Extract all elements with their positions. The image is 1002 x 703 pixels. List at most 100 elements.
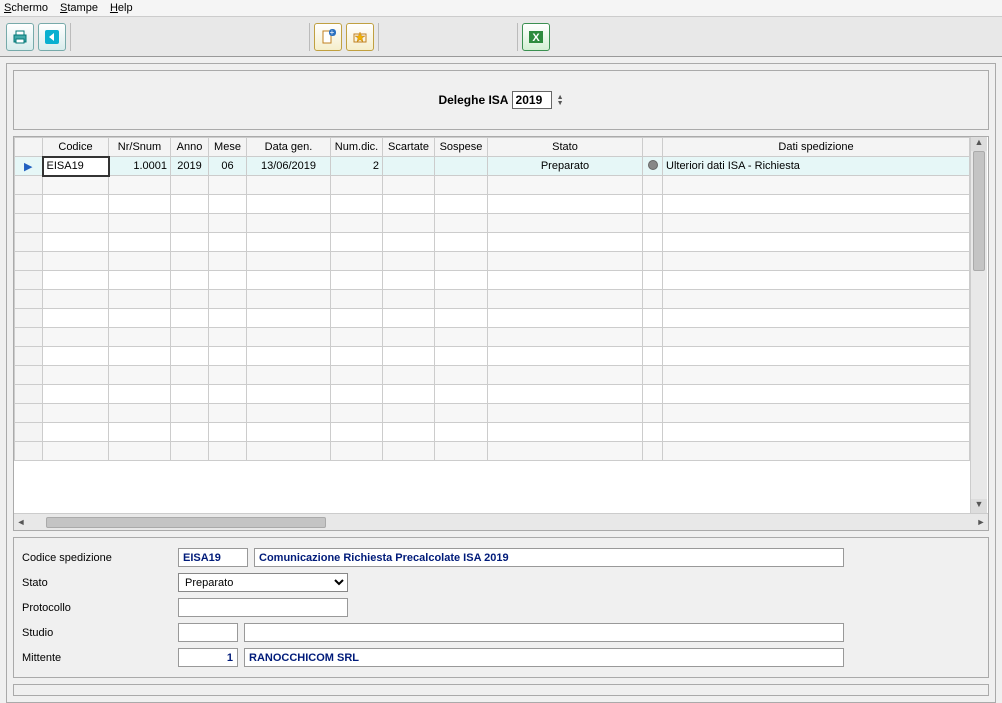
cell-numdic[interactable]: 2 bbox=[331, 157, 383, 176]
empty-cell[interactable] bbox=[331, 309, 383, 328]
table-row[interactable] bbox=[15, 309, 970, 328]
year-input[interactable] bbox=[512, 91, 552, 109]
empty-cell[interactable] bbox=[247, 309, 331, 328]
back-button[interactable] bbox=[38, 23, 66, 51]
table-row[interactable] bbox=[15, 423, 970, 442]
empty-cell[interactable] bbox=[643, 423, 663, 442]
empty-cell[interactable] bbox=[663, 347, 970, 366]
data-grid[interactable]: Codice Nr/Snum Anno Mese Data gen. Num.d… bbox=[14, 137, 970, 461]
col-datagen[interactable]: Data gen. bbox=[247, 138, 331, 157]
empty-cell[interactable] bbox=[171, 290, 209, 309]
empty-cell[interactable] bbox=[383, 290, 435, 309]
empty-cell[interactable] bbox=[209, 404, 247, 423]
empty-cell[interactable] bbox=[383, 385, 435, 404]
cell-codice[interactable]: EISA19 bbox=[43, 157, 109, 176]
horizontal-scrollbar[interactable]: ◄ ► bbox=[14, 513, 988, 530]
empty-cell[interactable] bbox=[247, 404, 331, 423]
empty-cell[interactable] bbox=[488, 385, 643, 404]
empty-cell[interactable] bbox=[171, 214, 209, 233]
empty-cell[interactable] bbox=[488, 328, 643, 347]
empty-cell[interactable] bbox=[209, 233, 247, 252]
empty-cell[interactable] bbox=[209, 366, 247, 385]
empty-cell[interactable] bbox=[663, 233, 970, 252]
field-codice[interactable] bbox=[178, 548, 248, 567]
empty-cell[interactable] bbox=[383, 195, 435, 214]
empty-cell[interactable] bbox=[663, 442, 970, 461]
empty-cell[interactable] bbox=[488, 252, 643, 271]
empty-cell[interactable] bbox=[663, 214, 970, 233]
menu-schermo[interactable]: Schermo bbox=[4, 2, 48, 14]
empty-cell[interactable] bbox=[43, 366, 109, 385]
empty-cell[interactable] bbox=[209, 176, 247, 195]
col-scartate[interactable]: Scartate bbox=[383, 138, 435, 157]
empty-cell[interactable] bbox=[331, 252, 383, 271]
empty-cell[interactable] bbox=[663, 423, 970, 442]
empty-cell[interactable] bbox=[109, 233, 171, 252]
empty-cell[interactable] bbox=[663, 366, 970, 385]
empty-cell[interactable] bbox=[331, 385, 383, 404]
empty-cell[interactable] bbox=[383, 252, 435, 271]
empty-cell[interactable] bbox=[43, 404, 109, 423]
empty-cell[interactable] bbox=[663, 290, 970, 309]
empty-cell[interactable] bbox=[43, 309, 109, 328]
field-studio-code[interactable] bbox=[178, 623, 238, 642]
empty-cell[interactable] bbox=[435, 309, 488, 328]
scroll-down-icon[interactable]: ▼ bbox=[971, 499, 987, 513]
empty-cell[interactable] bbox=[331, 404, 383, 423]
empty-cell[interactable] bbox=[171, 404, 209, 423]
empty-cell[interactable] bbox=[435, 290, 488, 309]
cell-anno[interactable]: 2019 bbox=[171, 157, 209, 176]
empty-cell[interactable] bbox=[247, 423, 331, 442]
empty-cell[interactable] bbox=[331, 347, 383, 366]
empty-cell[interactable] bbox=[247, 442, 331, 461]
empty-cell[interactable] bbox=[488, 404, 643, 423]
table-row[interactable] bbox=[15, 442, 970, 461]
empty-cell[interactable] bbox=[663, 328, 970, 347]
empty-cell[interactable] bbox=[43, 385, 109, 404]
empty-cell[interactable] bbox=[331, 271, 383, 290]
empty-cell[interactable] bbox=[43, 290, 109, 309]
empty-cell[interactable] bbox=[643, 271, 663, 290]
table-row[interactable] bbox=[15, 328, 970, 347]
empty-cell[interactable] bbox=[209, 423, 247, 442]
col-nrsnum[interactable]: Nr/Snum bbox=[109, 138, 171, 157]
empty-cell[interactable] bbox=[331, 328, 383, 347]
cell-mese[interactable]: 06 bbox=[209, 157, 247, 176]
empty-cell[interactable] bbox=[247, 176, 331, 195]
empty-cell[interactable] bbox=[171, 423, 209, 442]
field-protocollo[interactable] bbox=[178, 598, 348, 617]
spinner-down-icon[interactable]: ▼ bbox=[557, 101, 564, 107]
empty-cell[interactable] bbox=[643, 347, 663, 366]
table-row[interactable] bbox=[15, 347, 970, 366]
cell-nrsnum[interactable]: 1.0001 bbox=[109, 157, 171, 176]
empty-cell[interactable] bbox=[663, 176, 970, 195]
empty-cell[interactable] bbox=[43, 195, 109, 214]
empty-cell[interactable] bbox=[247, 385, 331, 404]
empty-cell[interactable] bbox=[643, 404, 663, 423]
table-row[interactable] bbox=[15, 195, 970, 214]
empty-cell[interactable] bbox=[383, 271, 435, 290]
empty-cell[interactable] bbox=[209, 328, 247, 347]
empty-cell[interactable] bbox=[643, 385, 663, 404]
empty-cell[interactable] bbox=[643, 195, 663, 214]
empty-cell[interactable] bbox=[209, 271, 247, 290]
table-row[interactable] bbox=[15, 366, 970, 385]
scroll-right-icon[interactable]: ► bbox=[974, 517, 988, 527]
empty-cell[interactable] bbox=[247, 290, 331, 309]
table-row[interactable] bbox=[15, 271, 970, 290]
empty-cell[interactable] bbox=[435, 442, 488, 461]
empty-cell[interactable] bbox=[435, 176, 488, 195]
empty-cell[interactable] bbox=[171, 176, 209, 195]
col-numdic[interactable]: Num.dic. bbox=[331, 138, 383, 157]
empty-cell[interactable] bbox=[663, 385, 970, 404]
empty-cell[interactable] bbox=[488, 442, 643, 461]
empty-cell[interactable] bbox=[435, 328, 488, 347]
empty-cell[interactable] bbox=[247, 347, 331, 366]
empty-cell[interactable] bbox=[109, 195, 171, 214]
empty-cell[interactable] bbox=[43, 442, 109, 461]
empty-cell[interactable] bbox=[435, 366, 488, 385]
menu-stampe[interactable]: Stampe bbox=[60, 2, 98, 14]
star-button[interactable] bbox=[346, 23, 374, 51]
empty-cell[interactable] bbox=[435, 233, 488, 252]
empty-cell[interactable] bbox=[171, 366, 209, 385]
